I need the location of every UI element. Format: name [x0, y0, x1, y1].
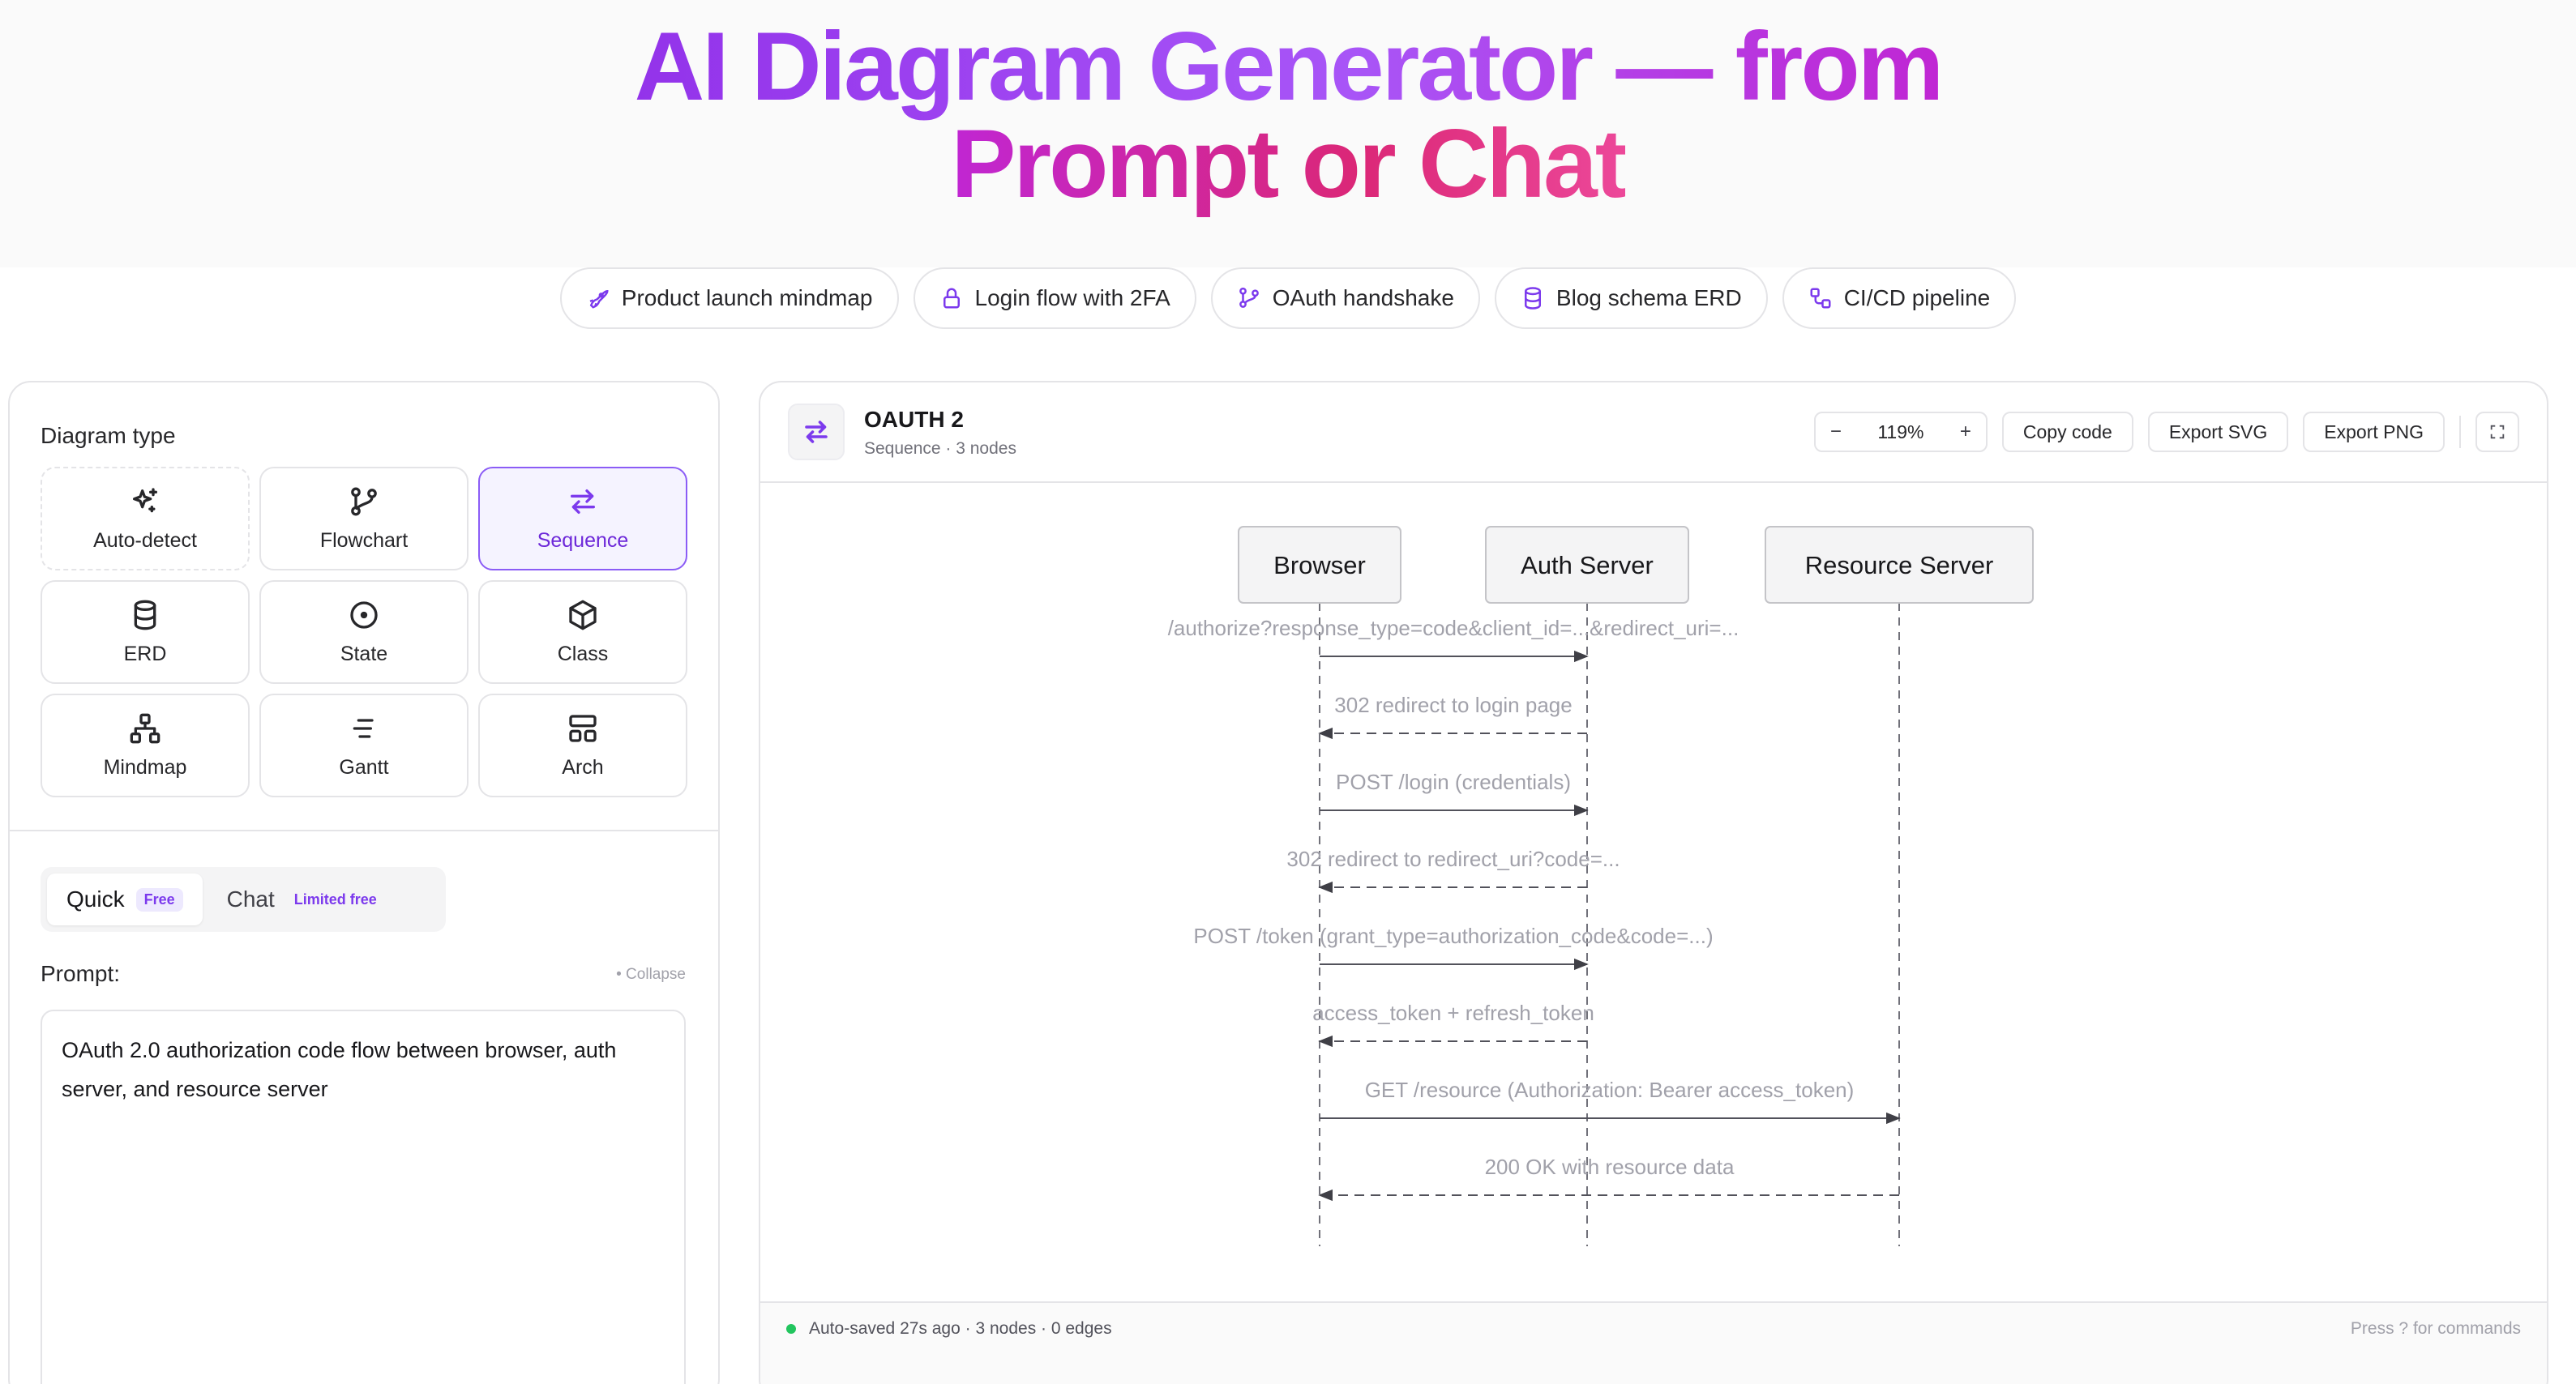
example-chip-login-flow[interactable]: Login flow with 2FA [913, 267, 1196, 329]
participant-label: Resource Server [1805, 551, 1994, 579]
type-arch[interactable]: Arch [478, 694, 687, 797]
type-label: Flowchart [319, 528, 409, 552]
message-label: 302 redirect to login page [1334, 693, 1572, 717]
network-icon [130, 713, 160, 743]
diagram-type-badge [788, 404, 845, 460]
divider [10, 830, 718, 831]
example-chip-product-launch[interactable]: Product launch mindmap [559, 267, 899, 329]
example-chip-oauth[interactable]: OAuth handshake [1210, 267, 1480, 329]
diagram-canvas[interactable]: Browser Auth Server Resource Server/author… [760, 485, 2547, 1295]
prompt-label: Prompt: [41, 961, 121, 986]
message-label: 200 OK with resource data [1485, 1155, 1735, 1179]
git-branch-icon [351, 487, 377, 515]
example-chip-label: Product launch mindmap [621, 285, 873, 310]
workflow-icon [1810, 288, 1831, 309]
example-chip-label: Login flow with 2FA [974, 285, 1170, 310]
lock-icon [943, 288, 960, 309]
zoom-in-button[interactable]: + [1960, 421, 1971, 443]
message-label: /authorize?response_type=code&client_id=… [1168, 616, 1739, 640]
type-class[interactable]: Class [478, 580, 687, 684]
sequence-diagram: Browser Auth Server Resource Server/author… [1168, 526, 2034, 1246]
database-icon [1524, 287, 1541, 310]
zoom-out-button[interactable]: − [1830, 421, 1842, 443]
type-label: ERD [123, 642, 167, 665]
arrows-left-right-icon [805, 421, 828, 443]
branch-icon [1239, 287, 1259, 308]
gantt-icon [353, 718, 374, 738]
copy-code-button[interactable]: Copy code [2001, 412, 2133, 452]
canvas-toolbar: − 119% + Copy code Export SVG Export PNG [1813, 412, 2519, 452]
prompt-textarea[interactable]: OAuth 2.0 authorization code flow betwee… [41, 1010, 686, 1384]
hero-title: AI Diagram Generator — from Prompt or Ch… [0, 18, 2576, 212]
circle-dot-icon [350, 600, 378, 629]
autosave-status: Auto-saved 27s ago · 3 nodes · 0 edges [809, 1319, 1112, 1338]
tab-label: Quick [66, 886, 125, 912]
example-prompts: Product launch mindmap Login flow with 2… [0, 267, 2576, 329]
diagram-title: OAUTH 2 [864, 407, 964, 432]
diagram-type-label: Diagram type [41, 423, 176, 448]
toolbar-divider [2459, 416, 2461, 448]
limited-free-badge: Limited free [293, 891, 377, 908]
collapse-button[interactable]: • Collapse [616, 966, 686, 984]
diagram-subtitle: Sequence · 3 nodes [864, 439, 1016, 458]
type-gantt[interactable]: Gantt [259, 694, 469, 797]
type-label: Arch [562, 755, 604, 779]
rocket-icon [589, 289, 609, 309]
type-state[interactable]: State [259, 580, 469, 684]
type-label: Auto-detect [93, 528, 197, 552]
settings-panel: Diagram type Auto-detect Flowchart Seque… [8, 381, 720, 1384]
hero-title-line-2: Prompt or Chat [951, 109, 1627, 218]
type-label: Sequence [537, 528, 629, 552]
participant-label: Auth Server [1521, 551, 1654, 579]
participant-label: Browser [1273, 551, 1366, 579]
message-label: GET /resource (Authorization: Bearer acc… [1365, 1078, 1855, 1102]
example-chip-label: OAuth handshake [1272, 285, 1454, 310]
free-badge: Free [135, 887, 183, 912]
example-chip-cicd[interactable]: CI/CD pipeline [1782, 267, 2017, 329]
sparkles-icon [133, 487, 157, 512]
type-label: Gantt [339, 755, 389, 779]
status-bar: Auto-saved 27s ago · 3 nodes · 0 edges P… [760, 1301, 2547, 1384]
type-label: Class [557, 642, 609, 665]
message-label: POST /login (credentials) [1336, 770, 1571, 794]
mode-tabs: Quick Free Chat Limited free [41, 867, 446, 932]
status-left: Auto-saved 27s ago · 3 nodes · 0 edges [786, 1319, 1112, 1339]
message-label: POST /token (grant_type=authorization_co… [1193, 924, 1713, 948]
export-png-button[interactable]: Export PNG [2303, 412, 2445, 452]
tab-quick[interactable]: Quick Free [47, 874, 203, 925]
box-icon [569, 600, 597, 630]
command-hint: Press ? for commands [2350, 1319, 2521, 1338]
autosave-indicator [786, 1324, 796, 1334]
example-chip-label: Blog schema ERD [1555, 285, 1742, 310]
diagram-type-grid: Auto-detect Flowchart Sequence ERD State… [41, 467, 687, 797]
message-label: 302 redirect to redirect_uri?code=... [1286, 847, 1620, 871]
database-icon [134, 600, 156, 630]
export-svg-button[interactable]: Export SVG [2147, 412, 2289, 452]
fullscreen-button[interactable] [2475, 412, 2519, 452]
type-label: State [340, 642, 388, 665]
zoom-level: 119% [1877, 421, 1924, 442]
arrows-left-right-icon [571, 489, 595, 514]
zoom-control: − 119% + [1813, 412, 1988, 452]
type-mindmap[interactable]: Mindmap [41, 694, 250, 797]
fullscreen-icon [2490, 425, 2505, 439]
type-label: Mindmap [103, 755, 187, 779]
type-auto-detect[interactable]: Auto-detect [41, 467, 250, 570]
type-sequence[interactable]: Sequence [478, 467, 687, 570]
canvas-header: OAUTH 2 Sequence · 3 nodes − 119% + Copy… [760, 382, 2547, 483]
tab-label: Chat [226, 886, 275, 912]
type-flowchart[interactable]: Flowchart [259, 467, 469, 570]
canvas-panel: OAUTH 2 Sequence · 3 nodes − 119% + Copy… [759, 381, 2548, 1384]
example-chip-label: CI/CD pipeline [1843, 285, 1991, 310]
hero-title-line-1: AI Diagram Generator — from [634, 12, 1945, 121]
layout-icon [569, 714, 597, 742]
tab-chat[interactable]: Chat Limited free [208, 874, 404, 925]
type-erd[interactable]: ERD [41, 580, 250, 684]
message-label: access_token + refresh_token [1312, 1001, 1594, 1025]
example-chip-blog-erd[interactable]: Blog schema ERD [1494, 267, 1768, 329]
